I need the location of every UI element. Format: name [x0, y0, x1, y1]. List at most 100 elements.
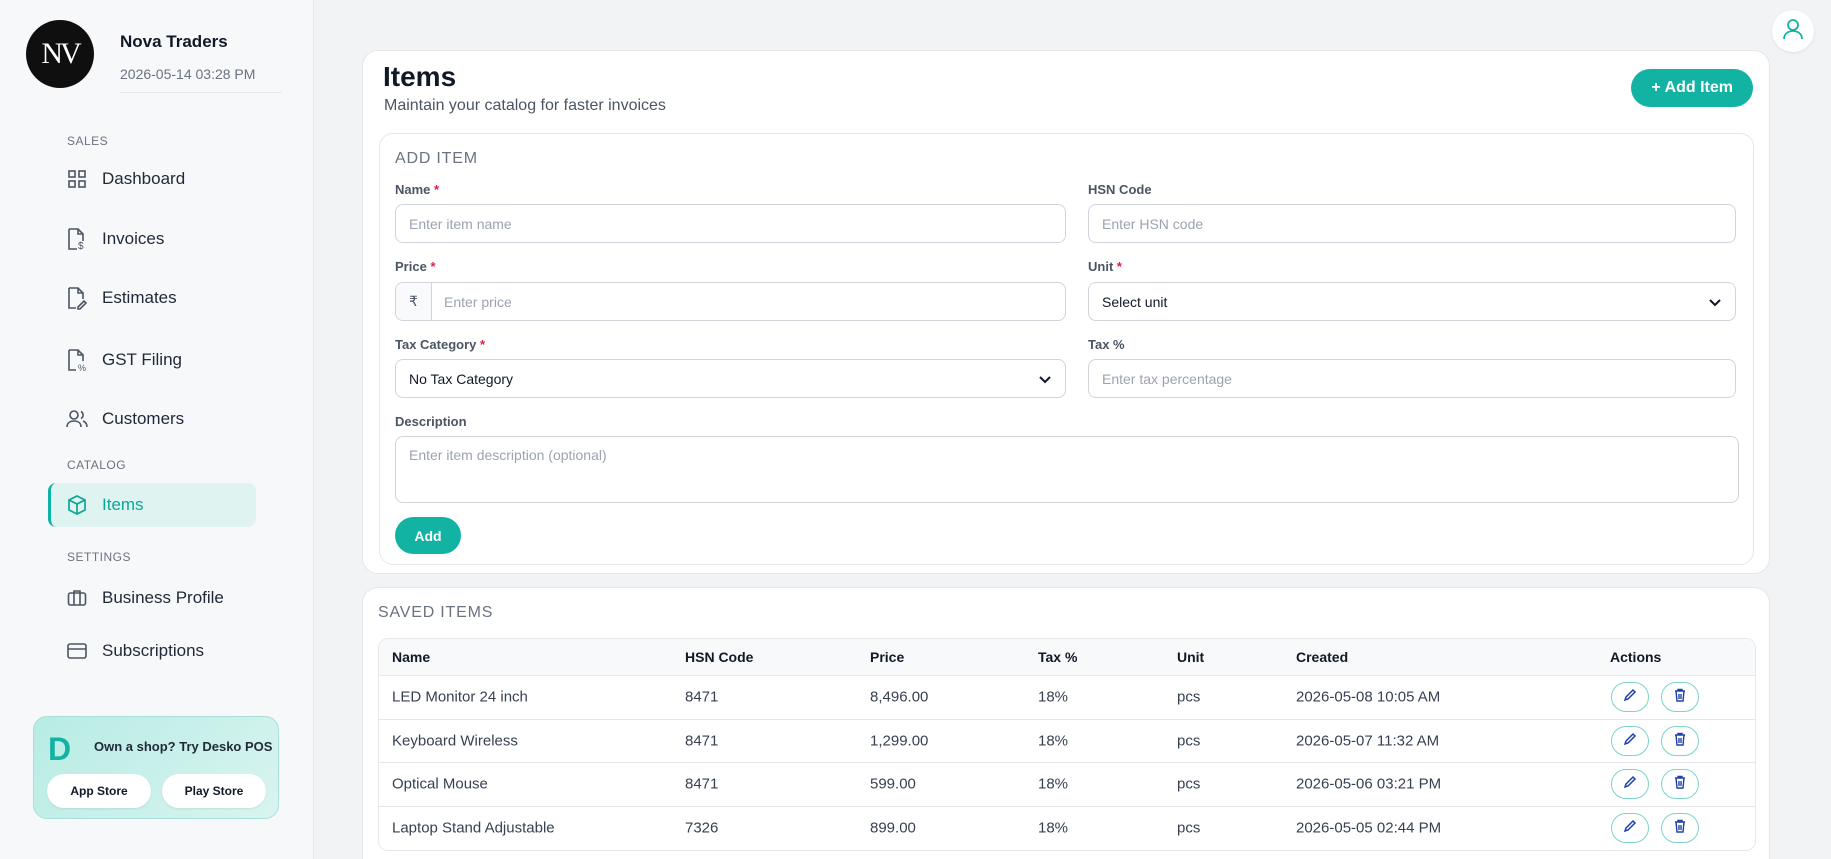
item-hsn: 8471	[685, 688, 719, 706]
edit-button[interactable]	[1611, 813, 1649, 844]
name-field[interactable]	[395, 204, 1066, 243]
sidebar-item-items[interactable]: Items	[48, 483, 256, 527]
brand-info: Nova Traders 2026-05-14 03:28 PM	[120, 32, 282, 93]
price-field[interactable]: ₹	[395, 282, 1066, 321]
column-header-hsn: HSN Code	[685, 649, 754, 665]
item-unit: pcs	[1177, 775, 1201, 793]
column-header-actions: Actions	[1610, 649, 1662, 665]
column-header-name: Name	[392, 649, 431, 665]
hsn-code-input[interactable]	[1102, 215, 1735, 232]
sidebar-item-invoices[interactable]: $ Invoices	[48, 217, 256, 261]
table-row: Optical Mouse 8471 599.00 18% pcs 2026-0…	[379, 763, 1755, 807]
chevron-down-icon	[1039, 371, 1051, 387]
trash-icon	[1673, 819, 1687, 837]
svg-text:$: $	[78, 241, 84, 251]
box-icon	[66, 494, 88, 516]
item-name: Optical Mouse	[392, 775, 488, 793]
tax-percent-field[interactable]	[1088, 359, 1736, 398]
section-label-sales: SALES	[67, 134, 109, 148]
sidebar-item-label: Items	[102, 495, 144, 514]
sidebar-item-estimates[interactable]: Estimates	[48, 276, 256, 320]
edit-button[interactable]	[1611, 682, 1649, 713]
trash-icon	[1673, 688, 1687, 706]
unit-select-value: Select unit	[1102, 293, 1168, 310]
delete-button[interactable]	[1661, 682, 1699, 713]
tax-percent-input[interactable]	[1102, 370, 1735, 387]
price-label: Price *	[395, 259, 436, 274]
briefcase-icon	[66, 587, 88, 609]
price-input[interactable]	[444, 293, 1065, 310]
sidebar-item-business-profile[interactable]: Business Profile	[48, 576, 256, 620]
item-created: 2026-05-07 11:32 AM	[1296, 732, 1440, 750]
trash-icon	[1673, 732, 1687, 750]
user-icon	[1781, 17, 1805, 46]
item-price: 599.00	[870, 775, 916, 793]
items-card: Items Maintain your catalog for faster i…	[362, 50, 1770, 574]
item-hsn: 8471	[685, 732, 719, 750]
page-title: Items	[383, 61, 457, 92]
invoice-icon: $	[66, 228, 88, 251]
sidebar-item-label: Invoices	[102, 229, 165, 248]
item-name: LED Monitor 24 inch	[392, 688, 528, 706]
hsn-label: HSN Code	[1088, 182, 1152, 197]
add-item-button[interactable]: + Add Item	[1631, 69, 1753, 107]
sidebar-item-label: Business Profile	[102, 588, 224, 607]
item-created: 2026-05-08 10:05 AM	[1296, 688, 1441, 706]
unit-label: Unit *	[1088, 259, 1122, 274]
unit-select[interactable]: Select unit	[1088, 282, 1736, 321]
table-row: LED Monitor 24 inch 8471 8,496.00 18% pc…	[379, 676, 1755, 720]
edit-button[interactable]	[1611, 725, 1649, 756]
play-store-button[interactable]: Play Store	[162, 774, 266, 808]
form-title: ADD ITEM	[395, 150, 478, 167]
sidebar-item-label: Subscriptions	[102, 641, 205, 660]
sidebar-item-label: Estimates	[102, 288, 177, 307]
tax-category-select[interactable]: No Tax Category	[395, 359, 1066, 398]
gst-icon: %	[66, 349, 88, 372]
hsn-field[interactable]	[1088, 204, 1736, 243]
saved-items-card: SAVED ITEMS Name HSN Code Price Tax % Un…	[362, 587, 1770, 859]
pencil-icon	[1623, 819, 1637, 837]
card-icon	[66, 640, 88, 662]
pencil-icon	[1623, 732, 1637, 750]
column-header-created: Created	[1296, 649, 1349, 665]
sidebar-item-dashboard[interactable]: Dashboard	[48, 157, 256, 201]
column-header-tax: Tax %	[1038, 649, 1078, 665]
delete-button[interactable]	[1661, 813, 1699, 844]
chevron-down-icon	[1709, 294, 1721, 310]
sidebar-item-customers[interactable]: Customers	[48, 397, 256, 441]
section-label-settings: SETTINGS	[67, 550, 132, 564]
item-price: 899.00	[870, 819, 916, 837]
add-button[interactable]: Add	[395, 517, 461, 554]
item-name-input[interactable]	[409, 215, 1065, 232]
column-header-price: Price	[870, 649, 905, 665]
rupee-icon: ₹	[396, 283, 433, 320]
item-tax: 18%	[1038, 819, 1069, 837]
item-tax: 18%	[1038, 732, 1069, 750]
user-profile-button[interactable]	[1772, 10, 1814, 52]
sidebar-item-label: Customers	[102, 409, 185, 428]
desko-logo: D	[48, 731, 72, 767]
item-price: 1,299.00	[870, 732, 929, 750]
tax-category-label: Tax Category *	[395, 337, 486, 352]
app-store-button[interactable]: App Store	[47, 774, 151, 808]
item-unit: pcs	[1177, 732, 1201, 750]
sidebar-item-subscriptions[interactable]: Subscriptions	[48, 629, 256, 673]
promo-banner: D Own a shop? Try Desko POS App Store Pl…	[33, 716, 279, 819]
delete-button[interactable]	[1661, 769, 1699, 800]
table-row: Keyboard Wireless 8471 1,299.00 18% pcs …	[379, 720, 1755, 763]
tax-percent-label: Tax %	[1088, 337, 1125, 352]
sidebar-item-gst-filing[interactable]: % GST Filing	[48, 338, 256, 382]
description-textarea[interactable]: Enter item description (optional)	[395, 436, 1739, 503]
page-subtitle: Maintain your catalog for faster invoice…	[384, 97, 666, 114]
add-item-form: ADD ITEM Name * HSN Code Price * ₹ Unit …	[379, 133, 1754, 565]
saved-items-title: SAVED ITEMS	[378, 604, 494, 621]
item-hsn: 8471	[685, 775, 719, 793]
edit-button[interactable]	[1611, 769, 1649, 800]
item-tax: 18%	[1038, 688, 1069, 706]
item-name: Keyboard Wireless	[392, 732, 518, 750]
item-created: 2026-05-05 02:44 PM	[1296, 819, 1442, 837]
sidebar-item-label: Dashboard	[102, 169, 186, 188]
delete-button[interactable]	[1661, 725, 1699, 756]
sidebar-item-label: GST Filing	[102, 350, 182, 369]
brand: NV	[26, 20, 94, 88]
